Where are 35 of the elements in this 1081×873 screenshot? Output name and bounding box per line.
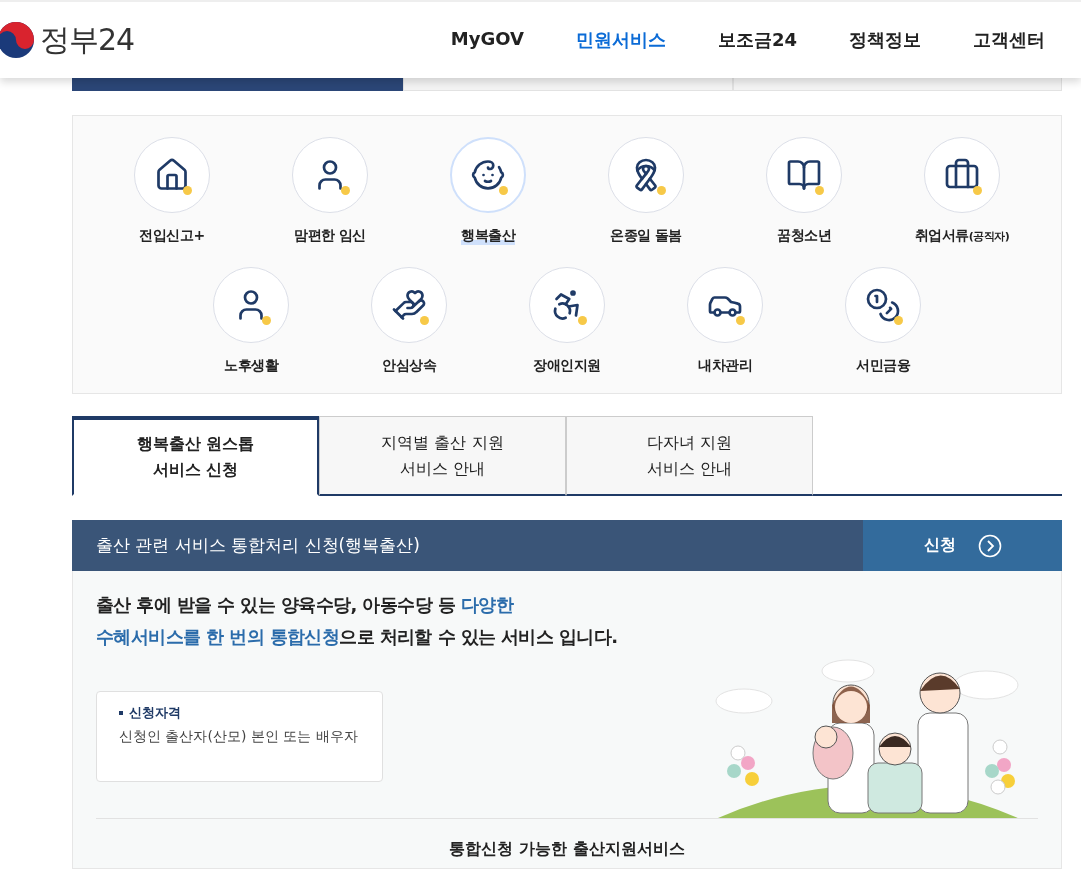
hands-heart-icon <box>391 287 427 323</box>
coins-icon <box>865 287 901 323</box>
service-label[interactable]: 행복출산 <box>461 227 515 245</box>
nav-link[interactable]: 민원서비스 <box>549 28 692 52</box>
service-label[interactable]: 전입신고+ <box>139 227 205 245</box>
service-tab[interactable]: 다자녀 지원 서비스 안내 <box>566 416 813 496</box>
nav-link[interactable]: 고객센터 <box>947 28 1071 52</box>
apply-bar-title: 출산 관련 서비스 통합처리 신청(행복출산) <box>72 520 863 571</box>
eligibility-text: 신청인 출산자(산모) 본인 또는 배우자 <box>119 728 359 746</box>
house-icon <box>154 157 190 193</box>
service-label[interactable]: 온종일 돌봄 <box>610 227 682 245</box>
service-tab[interactable]: 지역별 출산 지원 서비스 안내 <box>319 416 566 496</box>
service-label[interactable]: 장애인지원 <box>533 357 601 375</box>
service-label[interactable]: 서민금융 <box>856 357 910 375</box>
logo-icon <box>0 20 36 60</box>
bullet-icon <box>119 711 123 715</box>
chevron-circle-icon <box>977 533 1002 558</box>
nav-link[interactable]: 보조금24 <box>691 28 823 52</box>
eligibility-title: 신청자격 <box>129 704 181 722</box>
service-label[interactable]: 내차관리 <box>698 357 752 375</box>
intro-text: 출산 후에 받을 수 있는 양육수당, 아동수당 등 다양한 수혜서비스를 한 번의 통합신청으로 처리할 수 있는 서비스 입니다. <box>96 593 619 649</box>
service-tab[interactable]: 행복출산 원스톱 서비스 신청 <box>72 416 319 496</box>
nav-link[interactable]: 정책정보 <box>823 28 947 52</box>
section-title: 통합신청 가능한 출산지원서비스 <box>448 839 686 860</box>
logo-text[interactable]: 정부24 <box>40 19 135 61</box>
service-label[interactable]: 노후생활 <box>224 357 278 375</box>
service-label[interactable]: 취업서류(공직자) <box>914 227 1010 245</box>
service-label[interactable]: 맘편한 임신 <box>294 227 366 245</box>
book-icon <box>786 157 822 193</box>
nav-link[interactable]: MyGOV <box>424 28 550 52</box>
service-label[interactable]: 꿈청소년 <box>777 227 831 245</box>
baby-icon <box>470 157 506 193</box>
apply-button[interactable]: 신청 <box>863 520 1062 571</box>
service-label[interactable]: 안심상속 <box>382 357 436 375</box>
briefcase-icon <box>944 157 980 193</box>
